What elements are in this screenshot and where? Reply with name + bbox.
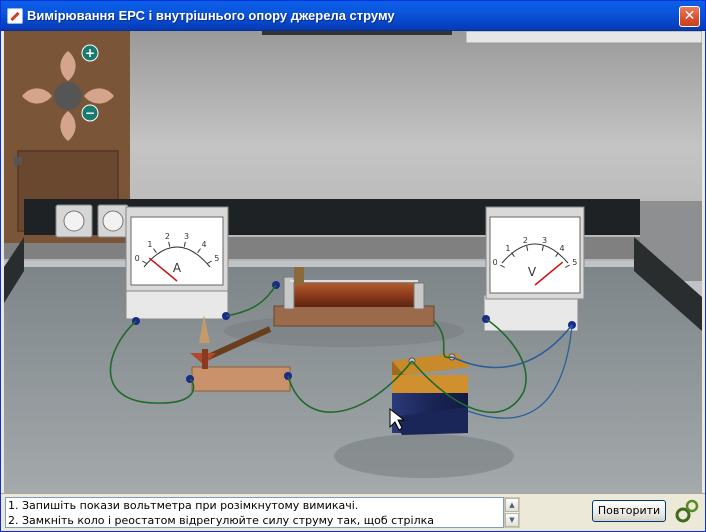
- rheostat-coil: [290, 283, 418, 307]
- socket-1-face: [63, 210, 85, 232]
- switch-base: [191, 366, 291, 392]
- voltmeter-unit-label: V: [528, 265, 537, 279]
- instructions-scrollbar[interactable]: ▲ ▼: [504, 497, 520, 528]
- zoom-out-icon[interactable]: −: [81, 104, 99, 122]
- zoom-in-icon[interactable]: +: [81, 44, 99, 62]
- voltmeter-tick-label: 1: [505, 244, 510, 253]
- voltmeter-tick-label: 2: [523, 236, 528, 245]
- lab-3d-scene[interactable]: 012345 A 012345 V + −: [4, 31, 702, 493]
- switch-post: [202, 349, 208, 369]
- voltmeter-tick-label: 3: [542, 236, 547, 245]
- svg-text:+: +: [85, 46, 95, 60]
- ammeter-unit-label: A: [173, 261, 182, 275]
- shadow-battery: [334, 434, 514, 478]
- battery-label-band: [392, 375, 468, 393]
- voltmeter-tick-label: 5: [572, 258, 577, 267]
- ammeter-tick-label: 3: [184, 232, 189, 241]
- repeat-button[interactable]: Повторити: [592, 500, 666, 522]
- rheostat-slider: [294, 267, 304, 285]
- voltmeter-face: [489, 216, 581, 294]
- voltmeter-tick-label: 4: [559, 244, 564, 253]
- status-bar: 1. Запишіть покази вольтметра при розімк…: [1, 493, 705, 531]
- voltmeter-tick-label: 0: [493, 258, 498, 267]
- ammeter-tick-label: 4: [201, 240, 206, 249]
- socket-2-face: [102, 210, 124, 232]
- voltmeter-base: [483, 294, 579, 332]
- voltmeter[interactable]: 01 2 3 45 V: [482, 206, 585, 332]
- close-button[interactable]: ✕: [679, 6, 700, 27]
- instruction-line-1: 1. Запишіть покази вольтметра при розімк…: [8, 499, 359, 512]
- window-frame-right: [465, 31, 702, 44]
- title-bar[interactable]: Вимірювання ЕРС і внутрішнього опору дже…: [1, 1, 705, 31]
- scene-svg: 012 345 A 012 345 V + −: [4, 31, 702, 493]
- window-frame-top: [262, 31, 452, 35]
- app-window: Вимірювання ЕРС і внутрішнього опору дже…: [0, 0, 706, 532]
- door-hinge: [14, 157, 22, 165]
- instruction-line-2: 2. Замкніть коло і реостатом відрегулюйт…: [8, 514, 435, 527]
- ammeter-base: [125, 288, 229, 320]
- battery[interactable]: [392, 353, 470, 435]
- rheostat-base: [273, 305, 435, 327]
- ammeter[interactable]: 01 2 3 45 A: [125, 206, 230, 325]
- rheostat-end-right: [413, 282, 425, 310]
- ammeter-tick-label: 5: [214, 254, 219, 263]
- window-title: Вимірювання ЕРС і внутрішнього опору дже…: [27, 8, 395, 23]
- ammeter-tick-label: 0: [135, 254, 140, 263]
- gear-icon[interactable]: [674, 498, 700, 526]
- instructions-textbox[interactable]: 1. Запишіть покази вольтметра при розімк…: [5, 497, 504, 528]
- app-icon: [7, 8, 23, 24]
- scroll-down-button[interactable]: ▼: [505, 513, 519, 527]
- svg-text:−: −: [85, 106, 95, 120]
- ammeter-tick-label: 1: [147, 240, 152, 249]
- scroll-up-button[interactable]: ▲: [505, 498, 519, 512]
- ammeter-tick-label: 2: [165, 232, 170, 241]
